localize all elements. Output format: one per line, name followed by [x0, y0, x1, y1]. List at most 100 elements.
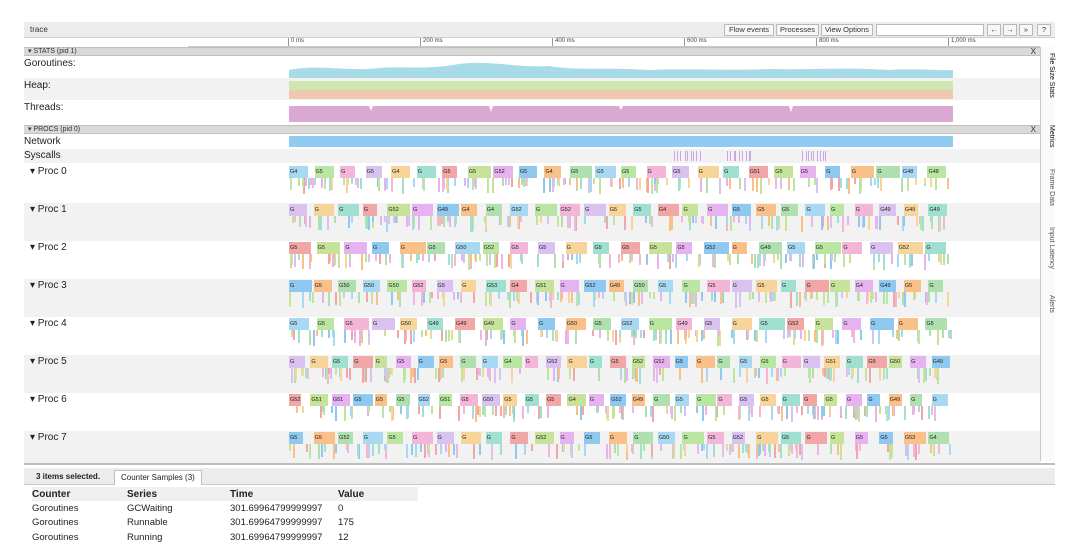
event-stripe[interactable]: [440, 368, 443, 378]
event-stripe[interactable]: [438, 178, 441, 192]
syscall-stripe[interactable]: [674, 151, 676, 161]
event-stripe[interactable]: [883, 254, 886, 270]
goroutine-slice[interactable]: G5: [657, 280, 673, 292]
goroutine-slice[interactable]: G5: [799, 166, 816, 178]
side-tab-frame-data[interactable]: Frame Data: [1042, 169, 1055, 206]
event-stripe[interactable]: [377, 444, 380, 454]
event-stripe[interactable]: [800, 330, 803, 340]
event-stripe[interactable]: [673, 444, 676, 460]
event-stripe[interactable]: [897, 216, 900, 226]
nav-left-button[interactable]: ←: [987, 24, 1001, 36]
event-stripe[interactable]: [346, 178, 349, 193]
proc-label[interactable]: ▾ Proc 5: [30, 356, 67, 367]
event-stripe[interactable]: [608, 444, 611, 460]
event-stripe[interactable]: [700, 178, 703, 192]
goroutine-slice[interactable]: G5: [374, 394, 388, 406]
event-stripe[interactable]: [460, 292, 463, 303]
event-stripe[interactable]: [737, 406, 740, 420]
event-stripe[interactable]: [553, 368, 556, 381]
event-stripe[interactable]: [513, 330, 516, 337]
side-tab-metrics[interactable]: Metrics: [1042, 125, 1055, 148]
goroutine-slice[interactable]: G52: [510, 204, 528, 216]
event-stripe[interactable]: [840, 292, 843, 299]
event-stripe[interactable]: [948, 444, 951, 456]
goroutine-slice[interactable]: G: [559, 280, 579, 292]
event-stripe[interactable]: [302, 406, 305, 413]
goroutine-slice[interactable]: G5: [780, 204, 798, 216]
goroutine-slice[interactable]: G4: [854, 280, 873, 292]
event-stripe[interactable]: [347, 444, 350, 453]
event-stripe[interactable]: [309, 254, 312, 263]
event-stripe[interactable]: [437, 292, 440, 299]
event-stripe[interactable]: [940, 254, 943, 266]
event-stripe[interactable]: [816, 330, 819, 343]
event-stripe[interactable]: [860, 330, 863, 340]
event-stripe[interactable]: [653, 330, 656, 342]
event-stripe[interactable]: [934, 178, 937, 190]
event-stripe[interactable]: [306, 444, 309, 452]
goroutine-slice[interactable]: G49: [879, 280, 897, 292]
event-stripe[interactable]: [635, 178, 638, 190]
event-stripe[interactable]: [430, 406, 433, 414]
event-stripe[interactable]: [695, 330, 698, 342]
event-stripe[interactable]: [294, 368, 297, 380]
event-stripe[interactable]: [811, 216, 814, 227]
event-stripe[interactable]: [330, 178, 333, 191]
goroutine-slice[interactable]: G: [538, 318, 556, 330]
event-stripe[interactable]: [759, 444, 762, 454]
event-stripe[interactable]: [815, 178, 818, 193]
event-stripe[interactable]: [625, 444, 628, 451]
event-stripe[interactable]: [366, 216, 369, 230]
event-stripe[interactable]: [911, 254, 914, 266]
event-stripe[interactable]: [811, 292, 814, 299]
event-stripe[interactable]: [790, 292, 792, 308]
event-stripe[interactable]: [410, 444, 413, 455]
goroutine-slice[interactable]: G50: [362, 280, 380, 292]
proc-label[interactable]: ▾ Proc 1: [30, 204, 67, 215]
event-stripe[interactable]: [874, 178, 877, 185]
event-stripe[interactable]: [828, 406, 831, 415]
event-stripe[interactable]: [792, 178, 795, 191]
event-stripe[interactable]: [846, 292, 849, 299]
event-stripe[interactable]: [422, 254, 425, 262]
event-stripe[interactable]: [763, 444, 766, 457]
event-stripe[interactable]: [505, 406, 508, 415]
event-stripe[interactable]: [785, 216, 788, 229]
event-stripe[interactable]: [666, 254, 669, 262]
goroutine-slice[interactable]: G52: [897, 242, 923, 254]
event-stripe[interactable]: [507, 178, 510, 186]
event-stripe[interactable]: [440, 444, 443, 455]
event-stripe[interactable]: [692, 216, 695, 224]
event-stripe[interactable]: [564, 178, 567, 185]
event-stripe[interactable]: [636, 368, 639, 383]
goroutine-slice[interactable]: G49: [455, 318, 476, 330]
event-stripe[interactable]: [350, 178, 353, 184]
event-stripe[interactable]: [675, 254, 678, 269]
goroutine-slice[interactable]: G5: [780, 432, 802, 444]
event-stripe[interactable]: [764, 330, 767, 343]
event-stripe[interactable]: [852, 368, 855, 377]
event-stripe[interactable]: [832, 368, 835, 382]
event-stripe[interactable]: [744, 178, 747, 192]
event-stripe[interactable]: [442, 216, 445, 228]
event-stripe[interactable]: [384, 178, 387, 191]
event-stripe[interactable]: [294, 216, 297, 223]
event-stripe[interactable]: [298, 254, 301, 261]
event-stripe[interactable]: [433, 254, 436, 262]
event-stripe[interactable]: [511, 368, 514, 384]
event-stripe[interactable]: [882, 292, 885, 305]
goroutine-slice[interactable]: G52: [338, 432, 354, 444]
event-stripe[interactable]: [752, 292, 755, 299]
event-stripe[interactable]: [706, 368, 709, 379]
goroutine-slice[interactable]: G5: [510, 242, 528, 254]
event-stripe[interactable]: [441, 178, 444, 193]
event-stripe[interactable]: [468, 254, 471, 270]
event-stripe[interactable]: [407, 406, 410, 419]
goroutine-slice[interactable]: G: [756, 432, 778, 444]
event-stripe[interactable]: [659, 292, 662, 302]
goroutine-slice[interactable]: G5: [738, 394, 755, 406]
event-stripe[interactable]: [420, 292, 423, 306]
goroutine-slice[interactable]: G51: [824, 356, 841, 368]
event-stripe[interactable]: [331, 406, 334, 414]
event-stripe[interactable]: [653, 368, 656, 382]
